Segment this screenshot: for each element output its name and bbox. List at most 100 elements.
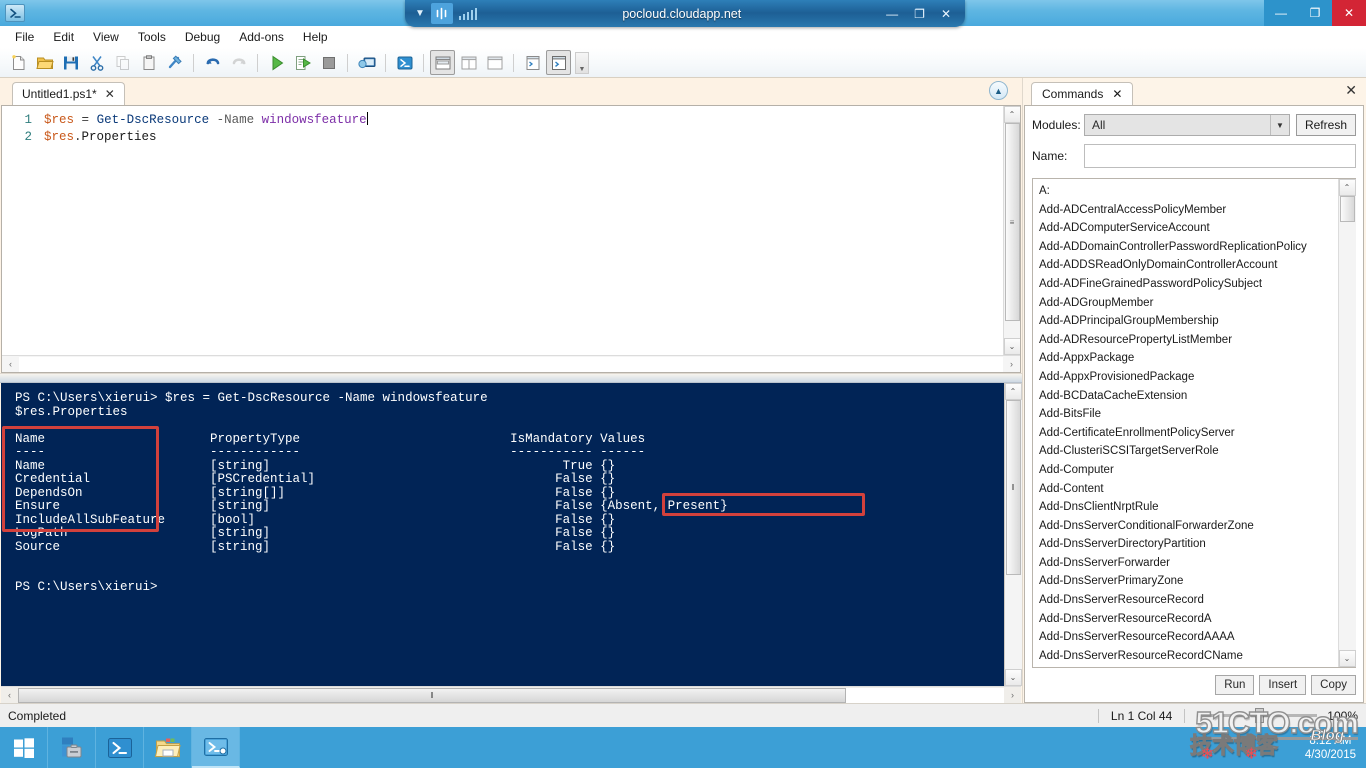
editor-vertical-scrollbar[interactable]: ⌃ ≡ ⌄ — [1003, 106, 1020, 355]
command-list-item[interactable]: Add-ADCentralAccessPolicyMember — [1039, 201, 1338, 220]
pin-icon[interactable] — [430, 3, 453, 24]
scroll-up-icon[interactable]: ⌃ — [1338, 179, 1356, 196]
editor-scroll-thumb[interactable]: ≡ — [1004, 123, 1020, 321]
rdp-minimize-button[interactable]: — — [886, 7, 898, 21]
close-icon[interactable]: ✕ — [1112, 87, 1122, 101]
chevron-down-icon[interactable]: ▼ — [1269, 115, 1289, 135]
layout-horizontal-icon[interactable] — [430, 50, 455, 75]
menu-view[interactable]: View — [84, 27, 128, 47]
commands-list-scrollbar[interactable]: ⌃ ⌄ — [1338, 179, 1356, 667]
copy-button[interactable]: Copy — [1311, 674, 1356, 695]
console-hscroll-track[interactable]: ‖ — [18, 687, 1004, 703]
tab-commands[interactable]: Commands ✕ — [1031, 82, 1134, 105]
pane-splitter[interactable] — [0, 373, 1022, 383]
command-list-item[interactable]: Add-DnsServerDirectoryPartition — [1039, 535, 1338, 554]
command-list-item[interactable]: Add-ADComputerServiceAccount — [1039, 219, 1338, 238]
chevron-up-icon[interactable]: ▲ — [989, 81, 1008, 100]
zoom-slider-thumb[interactable] — [1255, 708, 1265, 723]
console-horizontal-scrollbar[interactable]: ‹ ‖ › — [1, 686, 1021, 703]
command-list-item[interactable]: Add-ADResourcePropertyListMember — [1039, 331, 1338, 350]
editor-hscroll-track[interactable] — [19, 356, 1003, 372]
commands-list[interactable]: A: Add-ADCentralAccessPolicyMember Add-ADC… — [1033, 179, 1338, 667]
command-list-item[interactable]: Add-AppxProvisionedPackage — [1039, 368, 1338, 387]
console-output[interactable]: PS C:\Users\xierui> $res = Get-DscResour… — [1, 383, 1004, 686]
command-list-item[interactable]: Add-DnsServerForwarder — [1039, 554, 1338, 573]
new-script-icon[interactable] — [6, 50, 31, 75]
taskbar-clock[interactable]: 8:12 AM 4/30/2015 — [1305, 734, 1356, 762]
command-list-item[interactable]: Add-DnsServerConditionalForwarderZone — [1039, 517, 1338, 536]
scroll-up-icon[interactable]: ⌃ — [1003, 106, 1020, 123]
clear-console-icon[interactable] — [162, 50, 187, 75]
command-list-item[interactable]: Add-BCDataCacheExtension — [1039, 387, 1338, 406]
command-list-item[interactable]: Add-ADDomainControllerPasswordReplicatio… — [1039, 238, 1338, 257]
scroll-up-icon[interactable]: ⌃ — [1004, 383, 1022, 400]
zoom-slider[interactable] — [1197, 708, 1318, 723]
script-code-area[interactable]: 1 $res = Get-DscResource -Name windowsfea… — [2, 106, 1003, 355]
rdp-close-button[interactable]: ✕ — [941, 7, 951, 21]
redo-icon[interactable] — [226, 50, 251, 75]
run-script-icon[interactable] — [264, 50, 289, 75]
menu-edit[interactable]: Edit — [44, 27, 83, 47]
taskbar-server-manager[interactable] — [48, 727, 96, 768]
command-list-item[interactable]: Add-ADPrincipalGroupMembership — [1039, 312, 1338, 331]
commands-scroll-track[interactable] — [1338, 196, 1356, 650]
start-powershell-icon[interactable] — [392, 50, 417, 75]
layout-maximized-icon[interactable] — [482, 50, 507, 75]
save-script-icon[interactable] — [58, 50, 83, 75]
scroll-down-icon[interactable]: ⌄ — [1004, 669, 1022, 686]
name-search-input[interactable] — [1084, 144, 1356, 168]
stop-operation-icon[interactable] — [316, 50, 341, 75]
panel-close-icon[interactable]: ✕ — [1345, 82, 1357, 99]
undo-icon[interactable] — [200, 50, 225, 75]
cut-icon[interactable] — [84, 50, 109, 75]
command-list-item[interactable]: Add-DnsServerResourceRecordA — [1039, 610, 1338, 629]
command-list-item[interactable]: Add-DnsServerResourceRecord — [1039, 591, 1338, 610]
scroll-left-icon[interactable]: ‹ — [2, 356, 19, 373]
refresh-button[interactable]: Refresh — [1295, 114, 1356, 136]
show-command-window-icon[interactable] — [546, 50, 571, 75]
menu-addons[interactable]: Add-ons — [230, 27, 293, 47]
console-scroll-track[interactable]: ‖ — [1004, 400, 1022, 669]
command-list-item[interactable]: Add-Content — [1039, 480, 1338, 499]
commands-scroll-thumb[interactable] — [1339, 196, 1355, 222]
open-script-icon[interactable] — [32, 50, 57, 75]
scroll-right-icon[interactable]: › — [1004, 687, 1021, 704]
command-list-item[interactable]: Add-BitsFile — [1039, 405, 1338, 424]
scroll-down-icon[interactable]: ⌄ — [1338, 650, 1356, 667]
menu-tools[interactable]: Tools — [129, 27, 175, 47]
run-selection-icon[interactable] — [290, 50, 315, 75]
command-list-item[interactable]: Add-ADFineGrainedPasswordPolicySubject — [1039, 275, 1338, 294]
scroll-left-icon[interactable]: ‹ — [1, 687, 18, 704]
command-list-item[interactable]: Add-AppxPackage — [1039, 349, 1338, 368]
menu-file[interactable]: File — [6, 27, 43, 47]
chevron-down-icon[interactable]: ▼ — [415, 8, 425, 19]
command-list-item[interactable]: Add-CertificateEnrollmentPolicyServer — [1039, 424, 1338, 443]
command-list-item[interactable]: Add-ADDSReadOnlyDomainControllerAccount — [1039, 256, 1338, 275]
outer-minimize-button[interactable]: — — [1264, 0, 1298, 26]
command-list-item[interactable]: Add-DnsServerResourceRecordCName — [1039, 647, 1338, 666]
command-group-header[interactable]: A: — [1039, 182, 1338, 201]
outer-restore-button[interactable]: ❐ — [1298, 0, 1332, 26]
command-list-item[interactable]: Add-ADGroupMember — [1039, 294, 1338, 313]
console-vertical-scrollbar[interactable]: ⌃ ‖ ⌄ — [1004, 383, 1022, 686]
editor-scroll-track[interactable]: ≡ — [1003, 123, 1020, 338]
console-hscroll-thumb[interactable]: ‖ — [18, 687, 846, 703]
command-list-item[interactable]: Add-DnsClientNrptRule — [1039, 498, 1338, 517]
toolbar-overflow-button[interactable]: ▼ — [575, 51, 589, 74]
insert-button[interactable]: Insert — [1259, 674, 1307, 695]
editor-horizontal-scrollbar[interactable]: ‹ › — [2, 355, 1020, 372]
command-list-item[interactable]: Add-DnsServerResourceRecordAAAA — [1039, 628, 1338, 647]
taskbar-file-explorer[interactable] — [144, 727, 192, 768]
copy-icon[interactable] — [110, 50, 135, 75]
menu-help[interactable]: Help — [294, 27, 337, 47]
paste-icon[interactable] — [136, 50, 161, 75]
scroll-down-icon[interactable]: ⌄ — [1003, 338, 1020, 355]
show-command-addon-icon[interactable] — [520, 50, 545, 75]
rdp-restore-button[interactable]: ❐ — [914, 7, 925, 21]
menu-debug[interactable]: Debug — [176, 27, 229, 47]
command-list-item[interactable]: Add-ClusteriSCSITargetServerRole — [1039, 442, 1338, 461]
script-tab-untitled1[interactable]: Untitled1.ps1* ✕ — [12, 82, 125, 105]
command-list-item[interactable]: Add-Computer — [1039, 461, 1338, 480]
close-icon[interactable]: ✕ — [105, 87, 115, 101]
run-button[interactable]: Run — [1215, 674, 1255, 695]
